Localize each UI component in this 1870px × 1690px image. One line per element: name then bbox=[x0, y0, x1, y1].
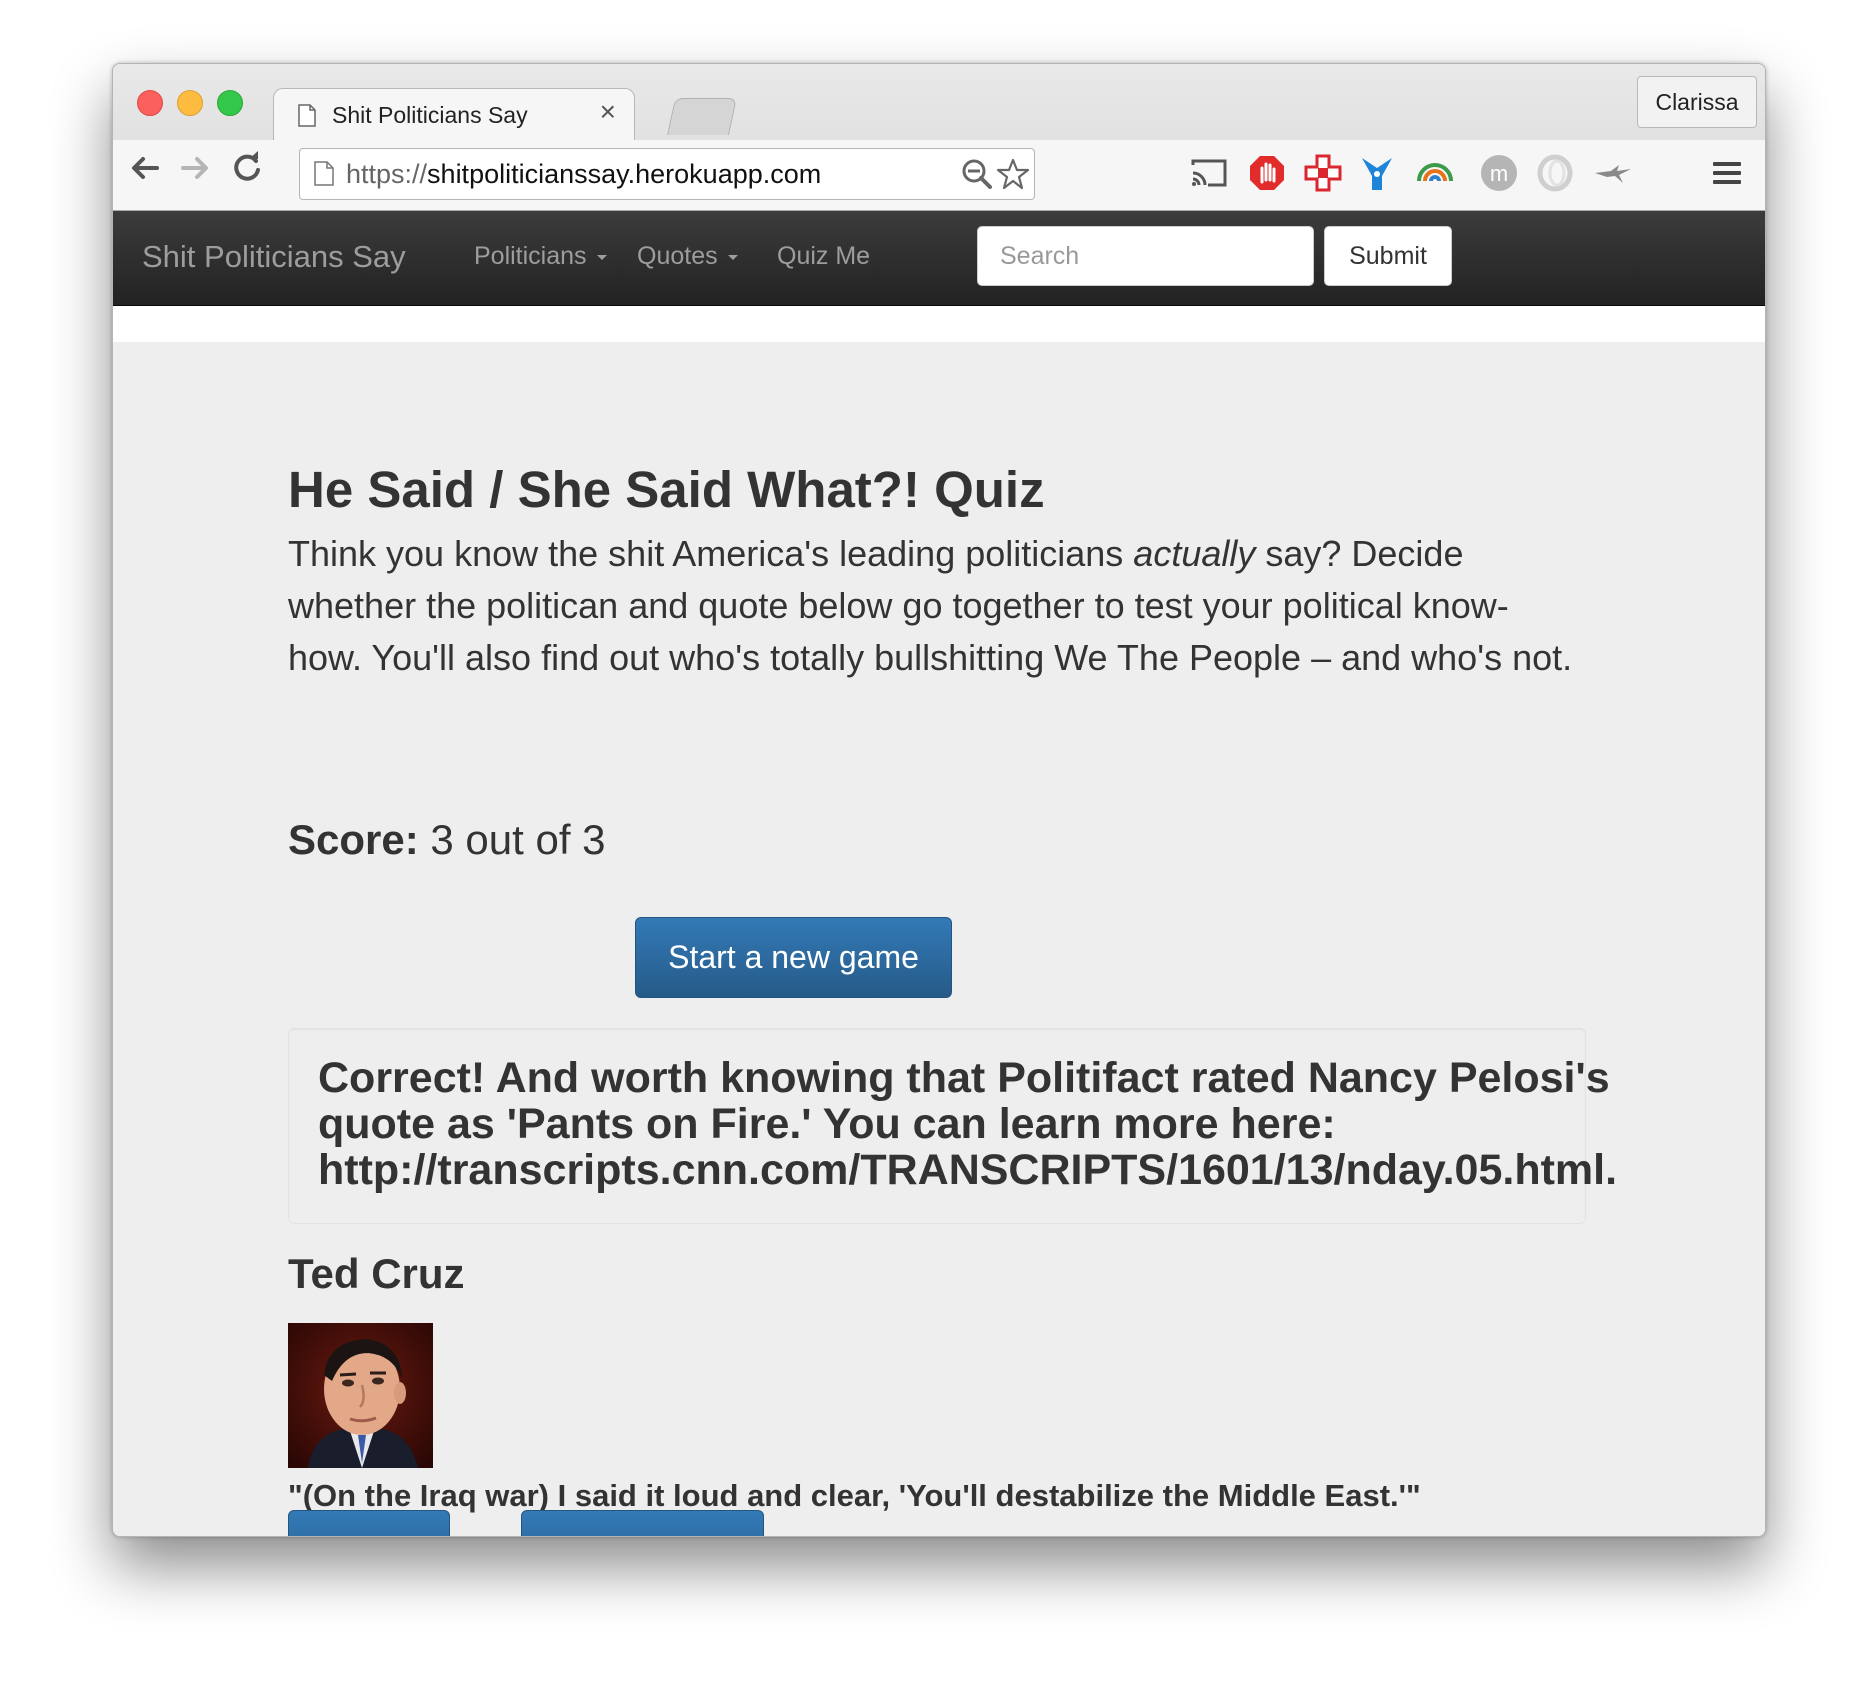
nav-quiz-me[interactable]: Quiz Me bbox=[777, 242, 870, 271]
url-text: https://shitpoliticianssay.herokuapp.com bbox=[346, 159, 822, 189]
svg-text:m: m bbox=[1490, 161, 1508, 186]
back-icon[interactable] bbox=[125, 148, 165, 188]
zoom-window-button[interactable] bbox=[217, 90, 243, 116]
didnt-say-it-button[interactable]: Didn't say it! bbox=[521, 1510, 764, 1536]
page-icon bbox=[314, 161, 334, 186]
browser-window: Shit Politicians Say × Clarissa https://… bbox=[112, 63, 1766, 1537]
cast-icon[interactable] bbox=[1189, 153, 1229, 193]
page-icon bbox=[298, 104, 316, 127]
score-label: Score: bbox=[288, 816, 419, 863]
caret-down-icon bbox=[727, 254, 738, 260]
said-it-button[interactable]: Said it! bbox=[288, 1510, 450, 1536]
new-tab-button[interactable] bbox=[667, 98, 737, 135]
adblock-icon[interactable] bbox=[1247, 153, 1287, 193]
minimize-window-button[interactable] bbox=[177, 90, 203, 116]
browser-chrome: Shit Politicians Say × Clarissa https://… bbox=[113, 64, 1765, 211]
zoom-icon[interactable] bbox=[960, 157, 994, 191]
tab-title: Shit Politicians Say bbox=[332, 102, 528, 128]
menu-icon[interactable] bbox=[1707, 153, 1747, 193]
address-bar[interactable]: https://shitpoliticianssay.herokuapp.com bbox=[299, 148, 1035, 200]
opera-o-icon[interactable] bbox=[1535, 153, 1575, 193]
reload-icon[interactable] bbox=[227, 148, 267, 188]
ghostery-icon[interactable] bbox=[1357, 153, 1397, 193]
search-input[interactable] bbox=[977, 226, 1314, 286]
tab-close-icon[interactable]: × bbox=[600, 96, 616, 127]
close-window-button[interactable] bbox=[137, 90, 163, 116]
politician-quote: "(On the Iraq war) I said it loud and cl… bbox=[288, 1478, 1421, 1513]
politician-photo bbox=[288, 1323, 433, 1468]
forward-icon[interactable] bbox=[175, 148, 215, 188]
feedback-well: Correct! And worth knowing that Politifa… bbox=[288, 1028, 1617, 1224]
score-display: Score: 3 out of 3 bbox=[288, 816, 606, 864]
profile-button[interactable]: Clarissa bbox=[1637, 76, 1757, 128]
score-value: 3 out of 3 bbox=[430, 816, 606, 863]
nav-politicians-dropdown[interactable]: Politicians bbox=[474, 242, 607, 271]
top-navbar: Shit Politicians Say Politicians Quotes … bbox=[113, 211, 1765, 306]
browser-tab[interactable]: Shit Politicians Say × bbox=[273, 88, 635, 141]
nav-quotes-dropdown[interactable]: Quotes bbox=[637, 242, 738, 271]
browser-toolbar: https://shitpoliticianssay.herokuapp.com bbox=[113, 140, 1765, 210]
rainbow-icon[interactable] bbox=[1415, 153, 1455, 193]
bird-icon[interactable] bbox=[1593, 153, 1633, 193]
page-title: He Said / She Said What?! Quiz bbox=[288, 461, 1045, 518]
navbar-spacer bbox=[113, 306, 1765, 342]
politician-name: Ted Cruz bbox=[288, 1250, 465, 1297]
m-circle-icon[interactable]: m bbox=[1479, 153, 1519, 193]
medical-cross-icon[interactable] bbox=[1303, 153, 1343, 193]
bookmark-star-icon[interactable] bbox=[996, 157, 1030, 191]
web-page: Shit Politicians Say Politicians Quotes … bbox=[113, 211, 1765, 1536]
start-new-game-button[interactable]: Start a new game bbox=[635, 917, 952, 998]
navbar-brand[interactable]: Shit Politicians Say bbox=[142, 239, 406, 275]
quiz-intro: Think you know the shit America's leadin… bbox=[288, 533, 1573, 678]
caret-down-icon bbox=[596, 254, 607, 260]
feedback-message: Correct! And worth knowing that Politifa… bbox=[318, 1054, 1618, 1194]
search-submit-button[interactable]: Submit bbox=[1324, 226, 1452, 286]
